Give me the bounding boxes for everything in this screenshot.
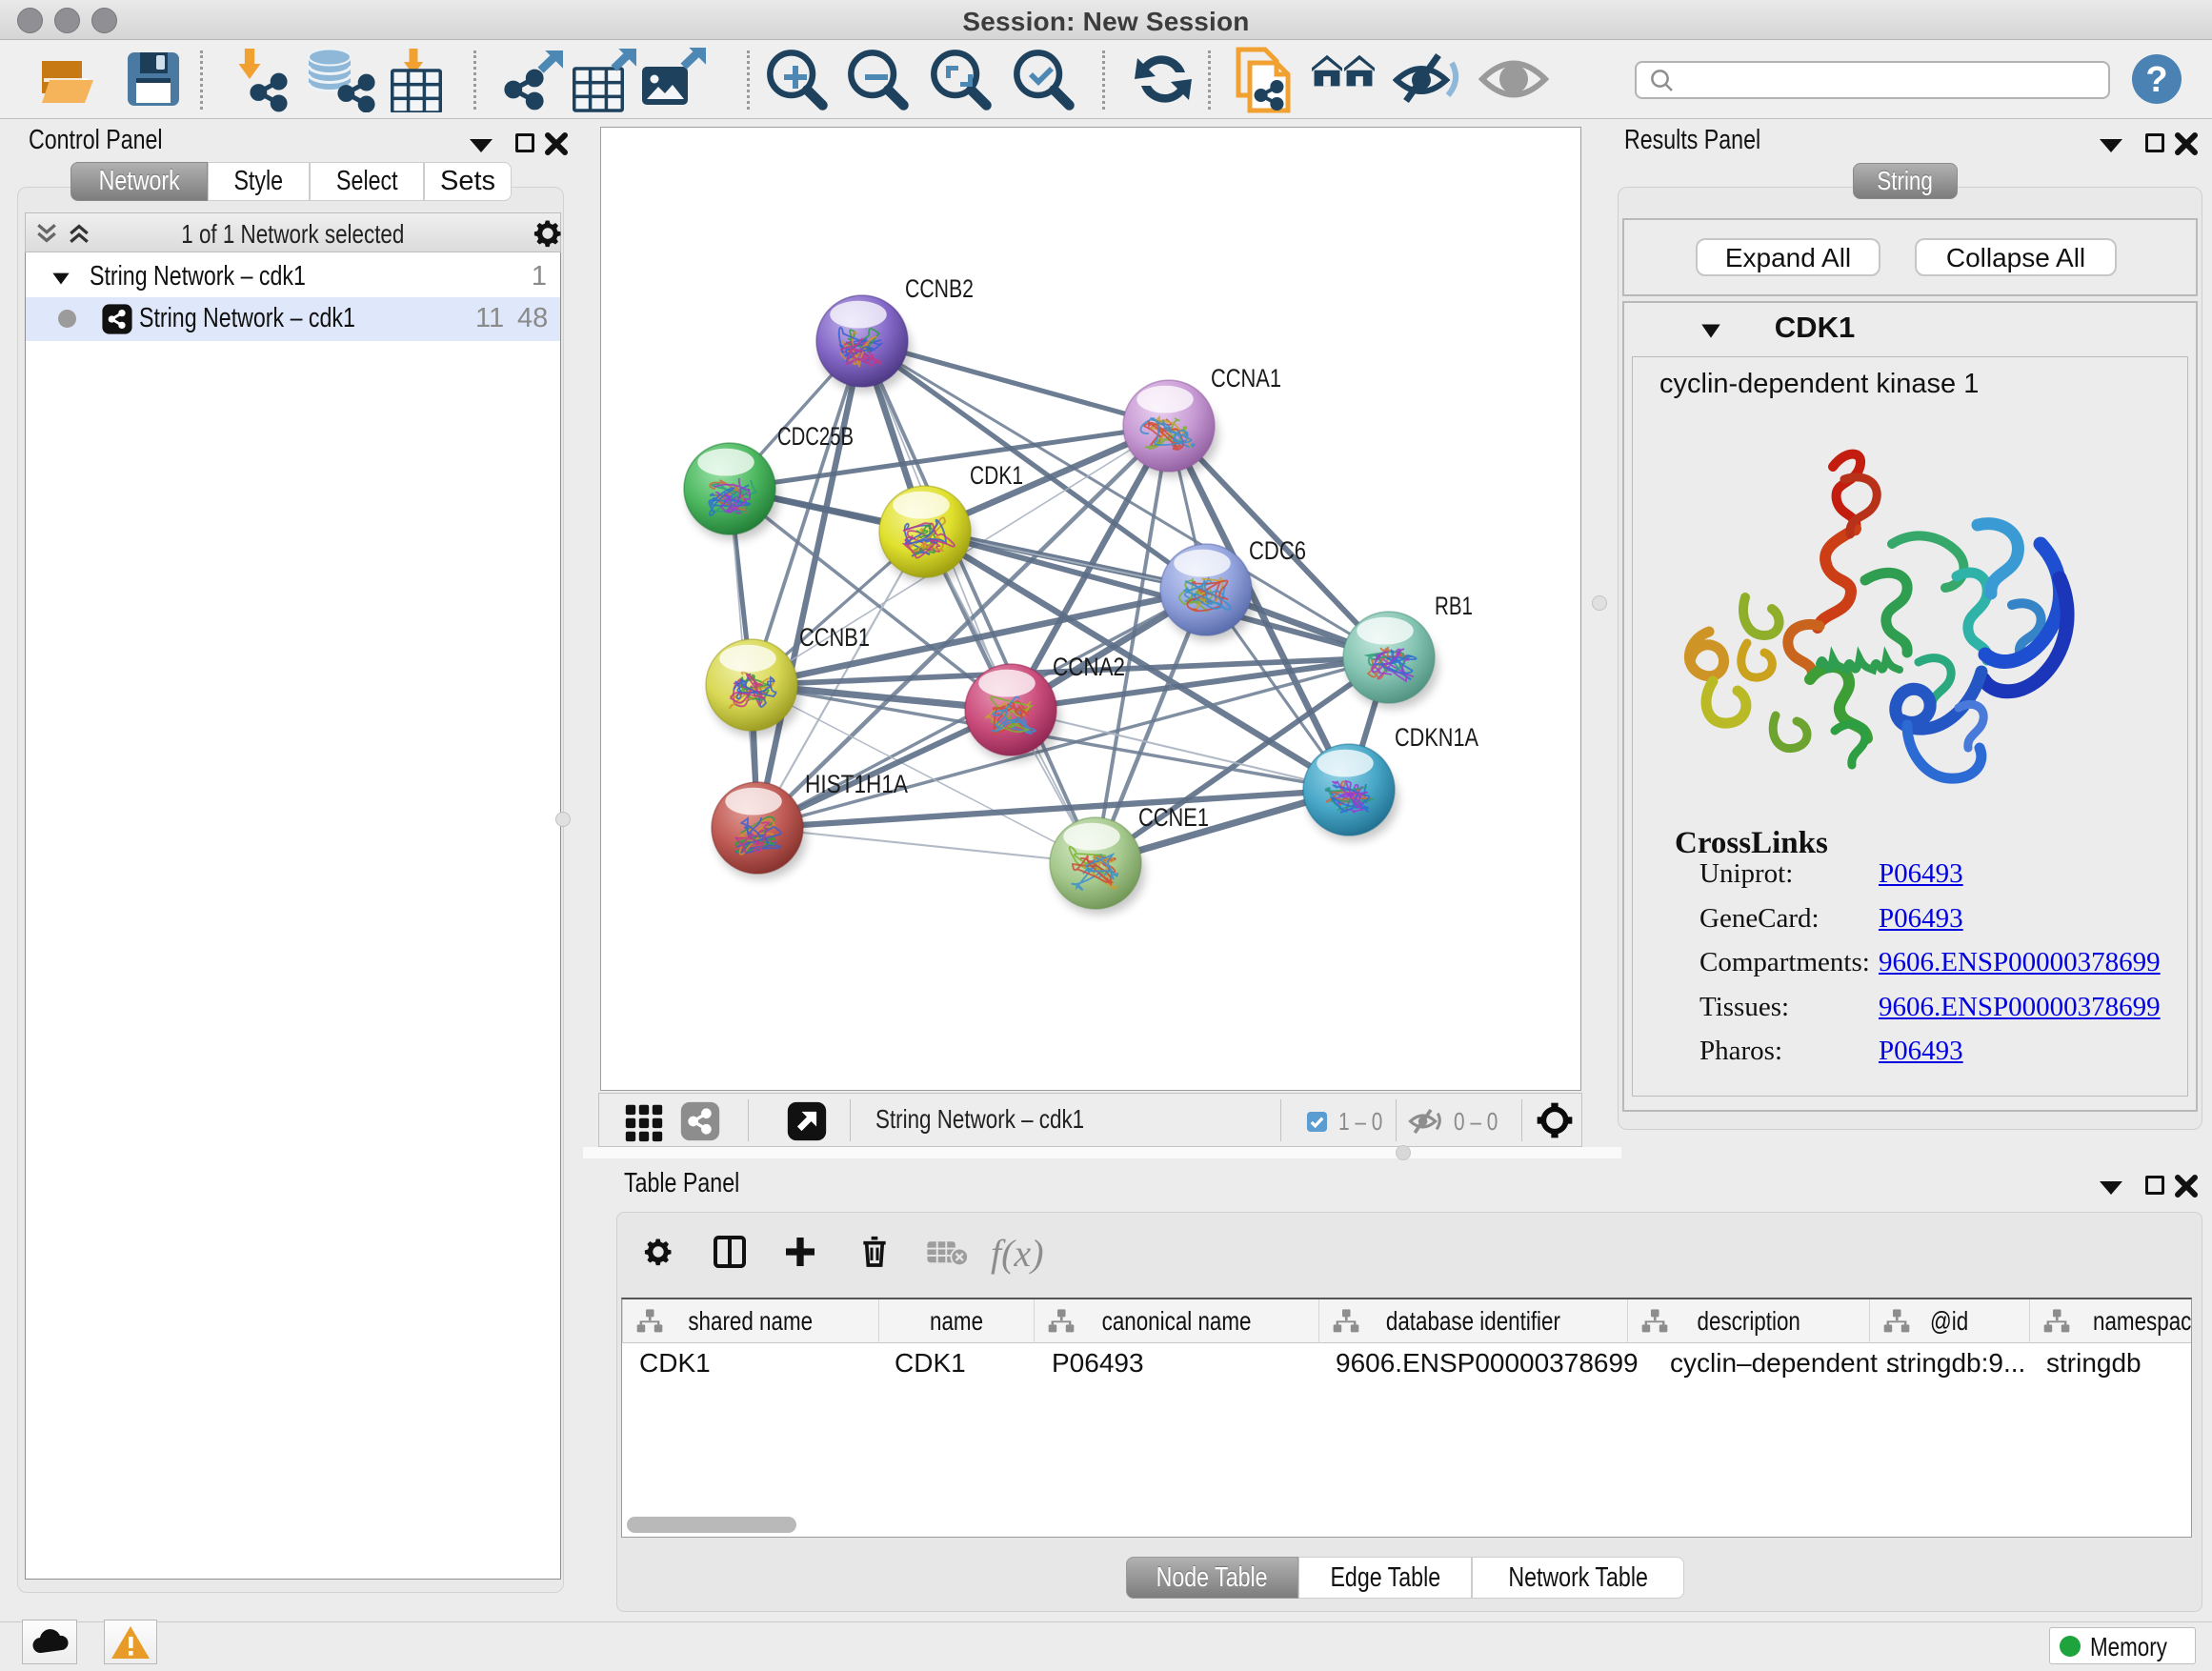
svg-text:HIST1H1A: HIST1H1A bbox=[805, 770, 908, 798]
svg-text:CCNE1: CCNE1 bbox=[1138, 803, 1209, 832]
svg-text:CDC6: CDC6 bbox=[1249, 536, 1306, 565]
svg-text:CCNA2: CCNA2 bbox=[1053, 653, 1125, 681]
svg-text:CCNA1: CCNA1 bbox=[1211, 364, 1281, 393]
svg-text:CDC25B: CDC25B bbox=[777, 422, 854, 451]
svg-text:CDK1: CDK1 bbox=[970, 461, 1023, 490]
svg-text:CCNB2: CCNB2 bbox=[905, 274, 974, 303]
svg-text:?: ? bbox=[2145, 60, 2167, 100]
svg-text:CCNB1: CCNB1 bbox=[799, 623, 870, 652]
svg-text:RB1: RB1 bbox=[1435, 592, 1473, 620]
svg-text:CDKN1A: CDKN1A bbox=[1395, 723, 1478, 752]
